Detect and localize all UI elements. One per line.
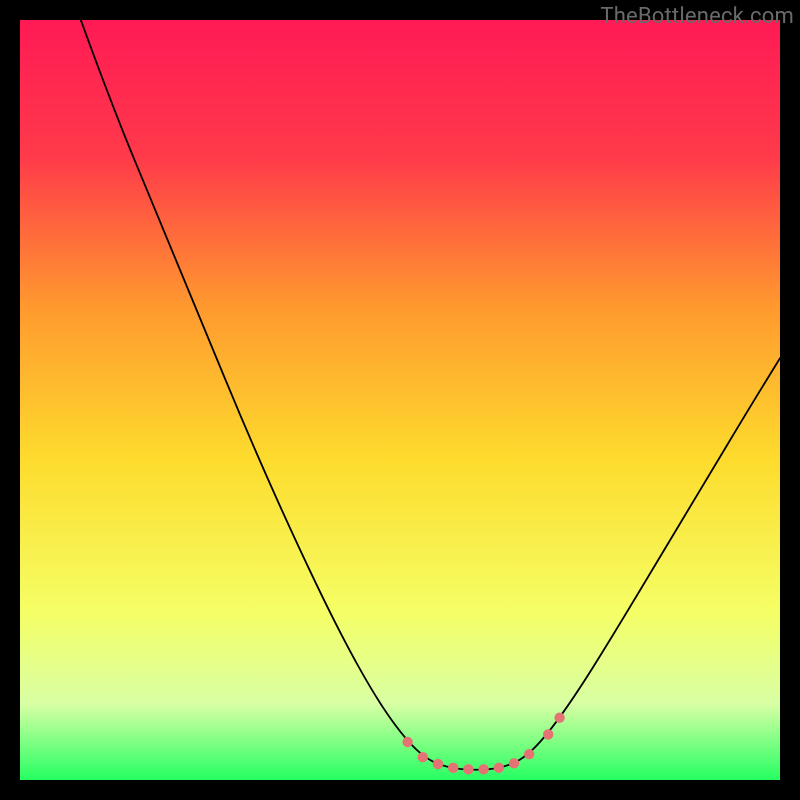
- highlight-dot: [402, 737, 412, 747]
- highlight-dot: [524, 749, 534, 759]
- highlight-dot: [509, 758, 519, 768]
- highlight-dot: [433, 759, 443, 769]
- highlight-dot: [478, 764, 488, 774]
- bottleneck-chart: [20, 20, 780, 780]
- highlight-dot: [543, 729, 553, 739]
- highlight-dot: [418, 752, 428, 762]
- highlight-dot: [448, 763, 458, 773]
- highlight-dot: [463, 764, 473, 774]
- highlight-dot: [554, 712, 564, 722]
- chart-svg: [20, 20, 780, 780]
- highlight-dot: [494, 763, 504, 773]
- watermark-text: TheBottleneck.com: [600, 4, 794, 29]
- chart-background: [20, 20, 780, 780]
